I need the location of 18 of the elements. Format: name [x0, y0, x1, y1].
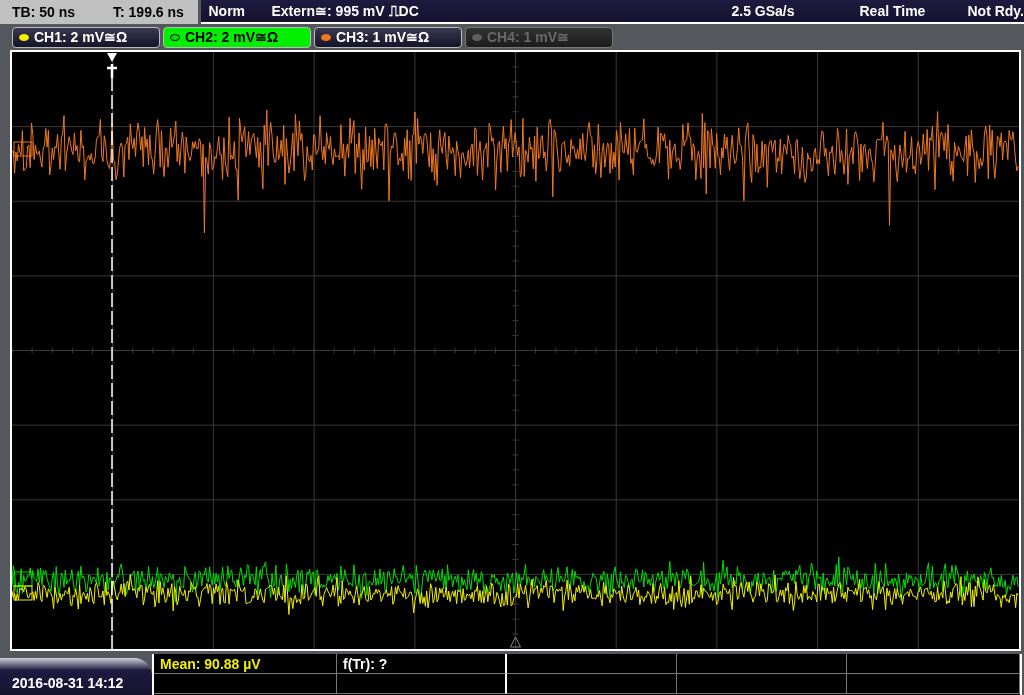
trigger-time-label: T: 199.6 ns [113, 2, 184, 22]
channel-tab[interactable]: CH2: 2 mV≅Ω [163, 26, 311, 48]
channel-tab[interactable]: CH1: 2 mV≅Ω [12, 26, 160, 48]
date-time-label: 2016-08-31 14:12 [0, 658, 152, 695]
acquisition-label: Real Time [859, 1, 927, 21]
channel-tab[interactable]: CH3: 1 mV≅Ω [314, 26, 462, 48]
ground-marker-icon [13, 141, 33, 157]
sample-rate-label: 2.5 GSa/s [731, 1, 796, 21]
trigger-position-icon [510, 636, 521, 648]
measurement-label: f(Tr): ? [343, 656, 388, 672]
ground-marker-icon [13, 571, 33, 587]
trigger-mode-label: Norm [208, 1, 247, 21]
ground-marker-icon [13, 585, 33, 601]
trigger-source-label: Extern≅: 995 mV ⎍DC [271, 1, 420, 21]
timebase-label: TB: 50 ns [12, 2, 75, 22]
trigger-marker-icon[interactable] [105, 53, 119, 80]
measurement-label: Mean: 90.88 µV [160, 656, 261, 672]
state-label: Not Rdy. [967, 1, 1024, 21]
